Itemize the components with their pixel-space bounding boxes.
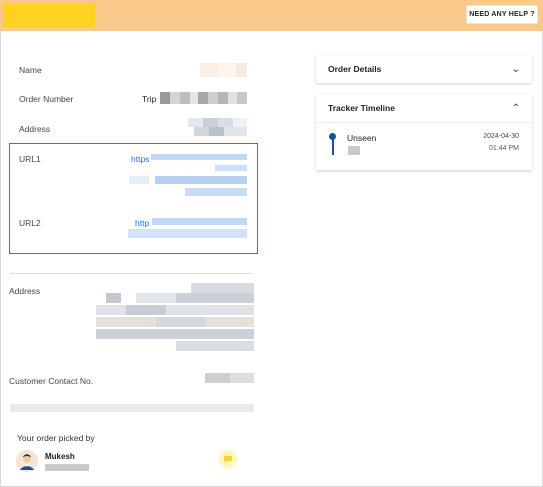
url1-redacted[interactable] <box>125 152 247 198</box>
event-status: Unseen <box>347 133 377 143</box>
url1-label: URL1 <box>19 154 41 164</box>
url2-redacted[interactable] <box>128 216 247 240</box>
section-divider <box>10 273 253 274</box>
brand-logo[interactable] <box>3 3 95 27</box>
timeline-event: Unseen 2024-04-30 01:44 PM <box>316 122 532 170</box>
order-details-title: Order Details <box>328 64 382 74</box>
picker-name: Mukesh <box>45 452 75 461</box>
url2-label: URL2 <box>19 218 41 228</box>
tracker-timeline-title: Tracker Timeline <box>328 103 395 113</box>
chevron-down-icon[interactable]: ⌄ <box>512 64 520 75</box>
timeline-line <box>332 139 334 155</box>
chat-icon[interactable] <box>219 450 237 468</box>
customer-contact-label: Customer Contact No. <box>9 376 94 386</box>
message-icon <box>224 456 232 463</box>
event-detail-redacted <box>348 146 360 155</box>
address-label: Address <box>19 124 51 134</box>
top-bar: NEED ANY HELP ? <box>0 0 543 31</box>
chevron-up-icon[interactable]: ⌃ <box>512 103 520 114</box>
picker-avatar <box>16 450 38 472</box>
order-number-prefix: Trip <box>142 94 157 104</box>
order-number-redacted <box>160 92 247 104</box>
tracker-timeline-panel: Tracker Timeline ⌃ Unseen 2024-04-30 01:… <box>316 94 532 170</box>
name-label: Name <box>19 65 42 75</box>
event-date: 2024-04-30 <box>483 133 519 140</box>
order-details-panel[interactable]: Order Details ⌄ <box>316 55 532 83</box>
name-value-redacted <box>200 63 247 77</box>
person-icon <box>16 450 38 472</box>
picked-by-title: Your order picked by <box>17 433 95 443</box>
order-number-label: Order Number <box>19 94 74 104</box>
address-2-label: Address <box>9 286 41 296</box>
address-2-redacted <box>96 283 254 353</box>
placeholder-bar <box>10 404 254 412</box>
event-time: 01:44 PM <box>489 145 519 152</box>
tracker-timeline-header[interactable]: Tracker Timeline ⌃ <box>316 94 532 122</box>
picker-phone-redacted <box>45 464 89 471</box>
order-details-header[interactable]: Order Details ⌄ <box>316 55 532 83</box>
need-help-button[interactable]: NEED ANY HELP ? <box>466 5 538 24</box>
customer-contact-redacted <box>205 373 254 383</box>
address-value-redacted <box>188 118 247 136</box>
